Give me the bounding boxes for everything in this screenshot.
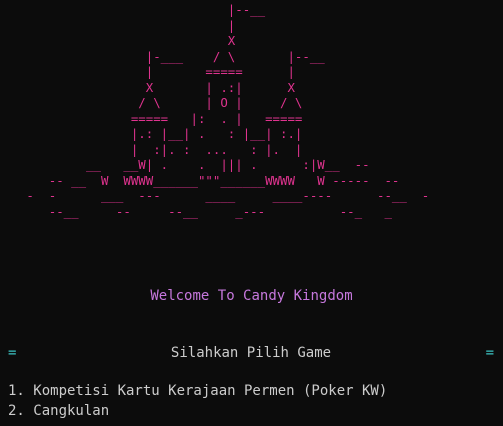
menu-top-border-second: ========================================… [8, 335, 494, 344]
menu-title: Silahkan Pilih Game [170, 345, 332, 361]
castle-ascii-art: |--__ | X |-___ / \ |--__ | ===== | X | … [26, 2, 430, 219]
terminal-window: |--__ | X |-___ / \ |--__ | ===== | X | … [0, 0, 503, 426]
menu-header: = Silahkan Pilih Game = [8, 344, 494, 362]
game-options-list: 1. Kompetisi Kartu Kerajaan Permen (Poke… [8, 381, 387, 421]
menu-header-right-edge: = [485, 345, 494, 361]
menu-bottom-border: ========================================… [8, 364, 494, 373]
game-option-cangkulan: 2. Cangkulan [8, 403, 110, 419]
welcome-message: Welcome To Candy Kingdom [150, 288, 353, 304]
menu-top-border: ========================================… [8, 326, 494, 335]
game-option-poker: 1. Kompetisi Kartu Kerajaan Permen (Poke… [8, 383, 388, 399]
